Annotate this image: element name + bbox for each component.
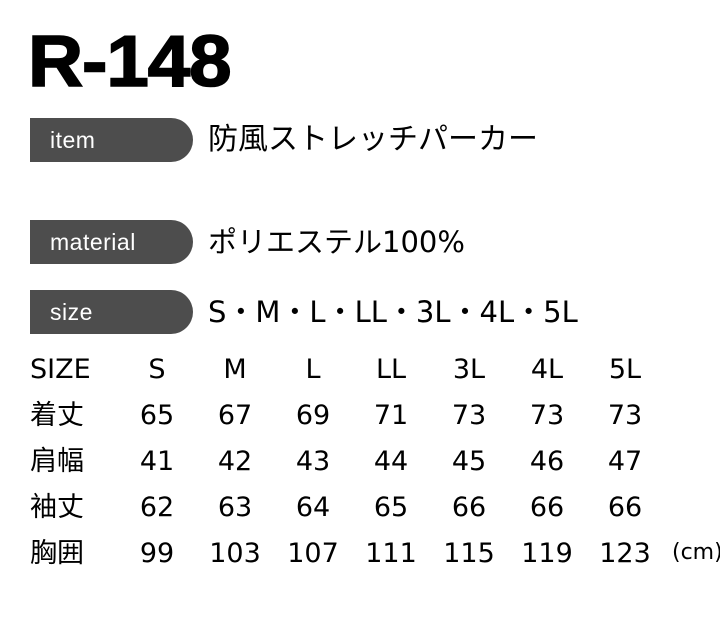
- table-unit-label: (cm): [672, 540, 720, 565]
- badge-material-label: material: [50, 228, 136, 255]
- badge-item: item: [30, 118, 193, 162]
- cell-shoulder-width-s: 41: [139, 445, 175, 477]
- cell-chest-3l: 115: [443, 537, 495, 569]
- product-code-title: R-148: [27, 22, 232, 102]
- cell-sleeve-length-ll: 65: [373, 491, 409, 523]
- cell-shoulder-width-3l: 45: [451, 445, 487, 477]
- cell-shoulder-width-m: 42: [217, 445, 253, 477]
- table-header-5l: 5L: [608, 353, 642, 385]
- table-row: 胸囲 99 103 107 111 115 119 123 (cm): [0, 530, 720, 576]
- cell-body-length-s: 65: [139, 399, 175, 431]
- table-header-3l: 3L: [452, 353, 486, 385]
- badge-item-label: item: [50, 126, 96, 153]
- cell-chest-ll: 111: [365, 537, 417, 569]
- badge-size-label: size: [50, 298, 93, 325]
- cell-shoulder-width-unit: [664, 438, 720, 484]
- spec-row-material: material ポリエステル100%: [30, 220, 465, 264]
- table-header-m: M: [223, 353, 247, 385]
- product-spec-sheet: R-148 item 防風ストレッチパーカー material ポリエステル10…: [0, 0, 720, 624]
- cell-chest-m: 103: [209, 537, 261, 569]
- table-header-size: SIZE: [30, 353, 91, 385]
- badge-size: size: [30, 290, 193, 334]
- table-header-row: SIZE S M L LL 3L 4L 5L: [0, 346, 720, 392]
- cell-body-length-ll: 71: [373, 399, 409, 431]
- spec-value-item: 防風ストレッチパーカー: [208, 122, 538, 157]
- spec-value-material: ポリエステル100%: [208, 224, 465, 259]
- cell-sleeve-length-l: 64: [295, 491, 331, 523]
- cell-chest-s: 99: [139, 537, 175, 569]
- cell-chest-4l: 119: [521, 537, 573, 569]
- table-row: 着丈 65 67 69 71 73 73 73: [0, 392, 720, 438]
- cell-shoulder-width-l: 43: [295, 445, 331, 477]
- table-row: 袖丈 62 63 64 65 66 66 66: [0, 484, 720, 530]
- row-label-chest: 胸囲: [30, 537, 84, 569]
- cell-sleeve-length-3l: 66: [451, 491, 487, 523]
- spec-row-size: size S・M・L・LL・3L・4L・5L: [30, 290, 578, 334]
- badge-material: material: [30, 220, 193, 264]
- table-row: 肩幅 41 42 43 44 45 46 47: [0, 438, 720, 484]
- table-header-s: S: [148, 353, 166, 385]
- cell-shoulder-width-ll: 44: [373, 445, 409, 477]
- cell-body-length-4l: 73: [529, 399, 565, 431]
- cell-shoulder-width-4l: 46: [529, 445, 565, 477]
- cell-sleeve-length-s: 62: [139, 491, 175, 523]
- cell-chest-l: 107: [287, 537, 339, 569]
- row-label-sleeve-length: 袖丈: [30, 491, 84, 523]
- table-header-l: L: [305, 353, 321, 385]
- cell-sleeve-length-4l: 66: [529, 491, 565, 523]
- cell-body-length-5l: 73: [607, 399, 643, 431]
- size-measurement-table: SIZE S M L LL 3L 4L 5L 着丈 65 67 69 71 73…: [0, 346, 720, 576]
- cell-body-length-3l: 73: [451, 399, 487, 431]
- cell-body-length-unit: [664, 392, 720, 438]
- cell-shoulder-width-5l: 47: [607, 445, 643, 477]
- table-header-ll: LL: [375, 353, 407, 385]
- spec-value-size: S・M・L・LL・3L・4L・5L: [208, 294, 578, 329]
- table-header-4l: 4L: [530, 353, 564, 385]
- cell-sleeve-length-unit: [664, 484, 720, 530]
- cell-sleeve-length-m: 63: [217, 491, 253, 523]
- cell-sleeve-length-5l: 66: [607, 491, 643, 523]
- table-header-unit-spacer: [664, 346, 720, 392]
- spec-row-item: item 防風ストレッチパーカー: [30, 118, 538, 162]
- row-label-body-length: 着丈: [30, 399, 84, 431]
- cell-body-length-l: 69: [295, 399, 331, 431]
- cell-body-length-m: 67: [217, 399, 253, 431]
- cell-chest-5l: 123: [599, 537, 651, 569]
- row-label-shoulder-width: 肩幅: [30, 445, 84, 477]
